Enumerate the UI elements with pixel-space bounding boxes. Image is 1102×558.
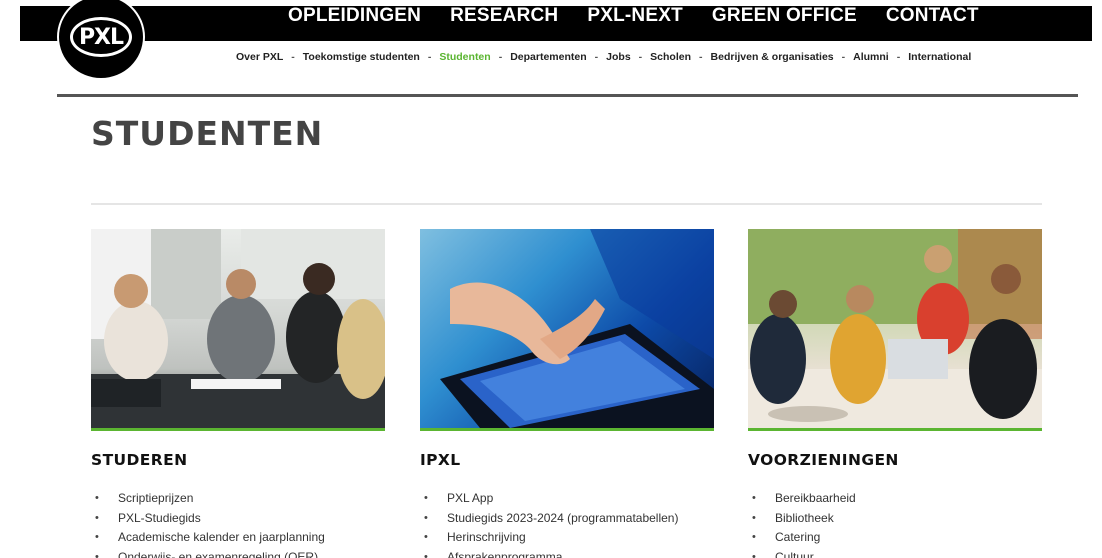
sub-nav-separator: - [594, 51, 599, 63]
main-nav-pxl-next[interactable]: PXL-NEXT [587, 6, 683, 28]
students-studying-illustration [91, 229, 385, 428]
main-nav-research[interactable]: RESEARCH [450, 6, 558, 28]
main-nav-opleidingen[interactable]: OPLEIDINGEN [288, 6, 421, 28]
link-item[interactable]: Bereikbaarheid [748, 489, 1042, 509]
sub-nav-bedrijven[interactable]: Bedrijven & organisaties [711, 51, 834, 63]
title-divider [91, 203, 1042, 205]
link-item[interactable]: Cultuur [748, 548, 1042, 558]
card-accent-bar [748, 428, 1042, 431]
link-item[interactable]: Scriptieprijzen [91, 489, 385, 509]
link-item[interactable]: Bibliotheek [748, 509, 1042, 529]
card-link-list: Scriptieprijzen PXL-Studiegids Academisc… [91, 489, 385, 558]
sub-nav-alumni[interactable]: Alumni [853, 51, 889, 63]
link-item[interactable]: PXL App [420, 489, 714, 509]
sub-nav-separator: - [291, 51, 295, 63]
sub-nav-scholen[interactable]: Scholen [650, 51, 691, 63]
sub-nav-departementen[interactable]: Departementen [510, 51, 586, 63]
card-voorzieningen: VOORZIENINGEN Bereikbaarheid Bibliotheek… [748, 229, 1042, 558]
sub-nav-separator: - [699, 51, 703, 63]
card-link-list: PXL App Studiegids 2023-2024 (programmat… [420, 489, 714, 558]
logo-text: PXL [70, 17, 132, 57]
sub-nav-separator: - [896, 51, 901, 63]
students-lounge-photo[interactable] [748, 229, 1042, 428]
link-item[interactable]: PXL-Studiegids [91, 509, 385, 529]
link-item[interactable]: Onderwijs- en examenregeling (OER) [91, 548, 385, 558]
sub-nav-over-pxl[interactable]: Over PXL [236, 51, 283, 63]
card-ipxl: IPXL PXL App Studiegids 2023-2024 (progr… [420, 229, 714, 558]
link-item[interactable]: Catering [748, 528, 1042, 548]
sub-navigation: Over PXL - Toekomstige studenten - Stude… [236, 51, 971, 63]
card-heading[interactable]: VOORZIENINGEN [748, 451, 1042, 469]
sub-nav-separator: - [841, 51, 846, 63]
link-item[interactable]: Academische kalender en jaarplanning [91, 528, 385, 548]
students-lounge-illustration [748, 229, 1042, 428]
pxl-logo[interactable]: PXL [57, 0, 145, 80]
sub-nav-jobs[interactable]: Jobs [606, 51, 631, 63]
card-accent-bar [420, 428, 714, 431]
sub-nav-international[interactable]: International [908, 51, 971, 63]
card-heading[interactable]: IPXL [420, 451, 714, 469]
sub-nav-separator: - [427, 51, 432, 63]
sub-nav-separator: - [498, 51, 503, 63]
link-item[interactable]: Studiegids 2023-2024 (programmatabellen) [420, 509, 714, 529]
card-accent-bar [91, 428, 385, 431]
tablet-illustration [440, 229, 714, 428]
main-nav-green-office[interactable]: GREEN OFFICE [712, 6, 857, 28]
tablet-photo[interactable] [420, 229, 714, 428]
main-nav-contact[interactable]: CONTACT [886, 6, 979, 28]
main-navigation: OPLEIDINGEN RESEARCH PXL-NEXT GREEN OFFI… [288, 6, 979, 28]
header-divider [57, 94, 1078, 97]
link-item[interactable]: Herinschrijving [420, 528, 714, 548]
page-title: STUDENTEN [91, 114, 324, 153]
link-item[interactable]: Afsprakenprogramma [420, 548, 714, 558]
card-studeren: STUDEREN Scriptieprijzen PXL-Studiegids … [91, 229, 385, 558]
students-studying-photo[interactable] [91, 229, 385, 428]
card-heading[interactable]: STUDEREN [91, 451, 385, 469]
card-link-list: Bereikbaarheid Bibliotheek Catering Cult… [748, 489, 1042, 558]
sub-nav-studenten[interactable]: Studenten [439, 51, 490, 63]
sub-nav-separator: - [638, 51, 643, 63]
sub-nav-toekomstige-studenten[interactable]: Toekomstige studenten [303, 51, 420, 63]
